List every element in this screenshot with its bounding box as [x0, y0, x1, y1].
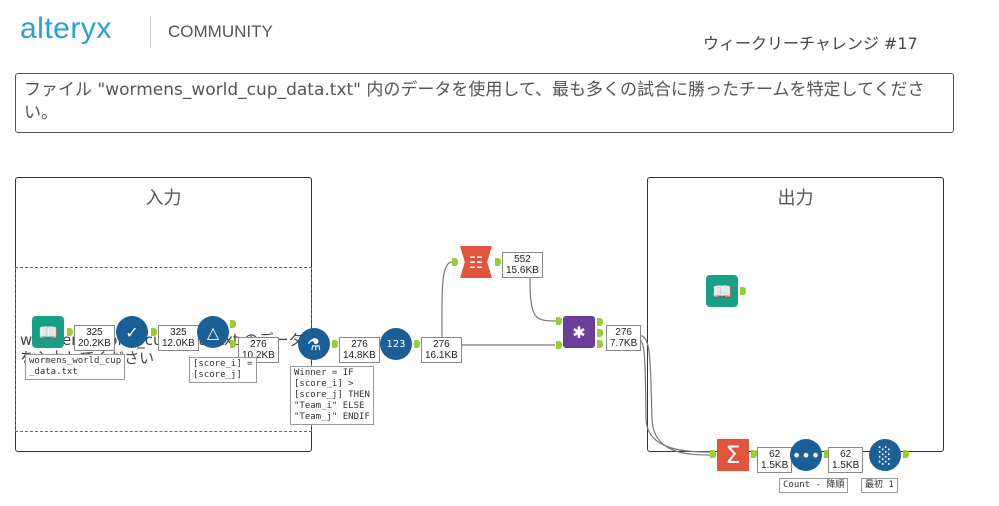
record-count: 276: [250, 339, 267, 350]
formula-annotation: Winner = IF [score_i] > [score_j] THEN "…: [290, 366, 374, 425]
connections: [441, 261, 713, 456]
input-anchor[interactable]: [452, 258, 458, 266]
record-id-icon[interactable]: 123: [380, 328, 412, 360]
input-annotation: wormens_world_cup _data.txt: [25, 354, 126, 380]
sigma-icon[interactable]: Σ: [717, 439, 749, 471]
connection-line: [634, 337, 713, 453]
data-size: 1.5KB: [832, 460, 860, 471]
record-count: 325: [170, 327, 187, 338]
output-anchor[interactable]: [67, 328, 73, 336]
right-output-anchor[interactable]: [597, 340, 603, 348]
connection-line: [441, 261, 453, 346]
record-count: 276: [351, 339, 368, 350]
data-size: 15.6KB: [506, 265, 539, 276]
connection-line: [634, 334, 713, 456]
output-anchor[interactable]: [903, 450, 909, 458]
connection-line: [529, 277, 558, 322]
join-output-anchor[interactable]: [597, 329, 603, 337]
sort-icon[interactable]: •••: [790, 439, 822, 471]
record-count: 62: [840, 449, 852, 460]
record-count-box: 325 20.2KB: [74, 325, 115, 351]
left-output-anchor[interactable]: [597, 318, 603, 326]
record-count-box: 325 12.0KB: [158, 325, 199, 351]
output-anchor[interactable]: [151, 328, 157, 336]
record-count-box: 62 1.5KB: [757, 447, 793, 473]
record-count: 552: [514, 254, 531, 265]
data-size: 1.5KB: [761, 460, 789, 471]
check-icon[interactable]: ✓: [116, 316, 148, 348]
record-count-box: 276 16.1KB: [421, 337, 462, 363]
record-count-box: 552 15.6KB: [502, 252, 543, 278]
data-size: 20.2KB: [78, 338, 111, 349]
join-icon[interactable]: ✱: [563, 316, 595, 348]
record-count: 325: [86, 327, 103, 338]
input-anchor[interactable]: [740, 287, 746, 295]
input-anchor[interactable]: [710, 450, 716, 458]
data-size: 16.1KB: [425, 350, 458, 361]
record-count-box: 62 1.5KB: [828, 447, 864, 473]
record-count: 62: [769, 449, 781, 460]
output-anchor[interactable]: [332, 340, 338, 348]
browse-icon[interactable]: 📖: [706, 275, 738, 307]
sample-annotation: 最初 1: [861, 478, 898, 493]
true-anchor[interactable]: [230, 320, 236, 328]
false-anchor[interactable]: [230, 340, 236, 348]
output-anchor[interactable]: [414, 340, 420, 348]
data-size: 7.7KB: [610, 338, 638, 349]
filter-annotation: [score_i] = [score_j]: [189, 357, 257, 383]
record-count: 276: [615, 327, 632, 338]
sort-annotation: Count - 降順: [779, 478, 849, 493]
book-icon[interactable]: 📖: [32, 316, 64, 348]
output-anchor[interactable]: [495, 258, 501, 266]
record-count-box: 276 14.8KB: [339, 337, 380, 363]
record-count: 276: [433, 339, 450, 350]
data-size: 14.8KB: [343, 350, 376, 361]
left-input-anchor[interactable]: [556, 317, 562, 325]
filter-icon[interactable]: △: [197, 316, 229, 348]
sample-icon[interactable]: ░: [869, 439, 901, 471]
record-count-box: 276 7.7KB: [606, 325, 642, 351]
data-size: 12.0KB: [162, 338, 195, 349]
flask-icon[interactable]: ⚗: [298, 328, 330, 360]
right-input-anchor[interactable]: [556, 341, 562, 349]
